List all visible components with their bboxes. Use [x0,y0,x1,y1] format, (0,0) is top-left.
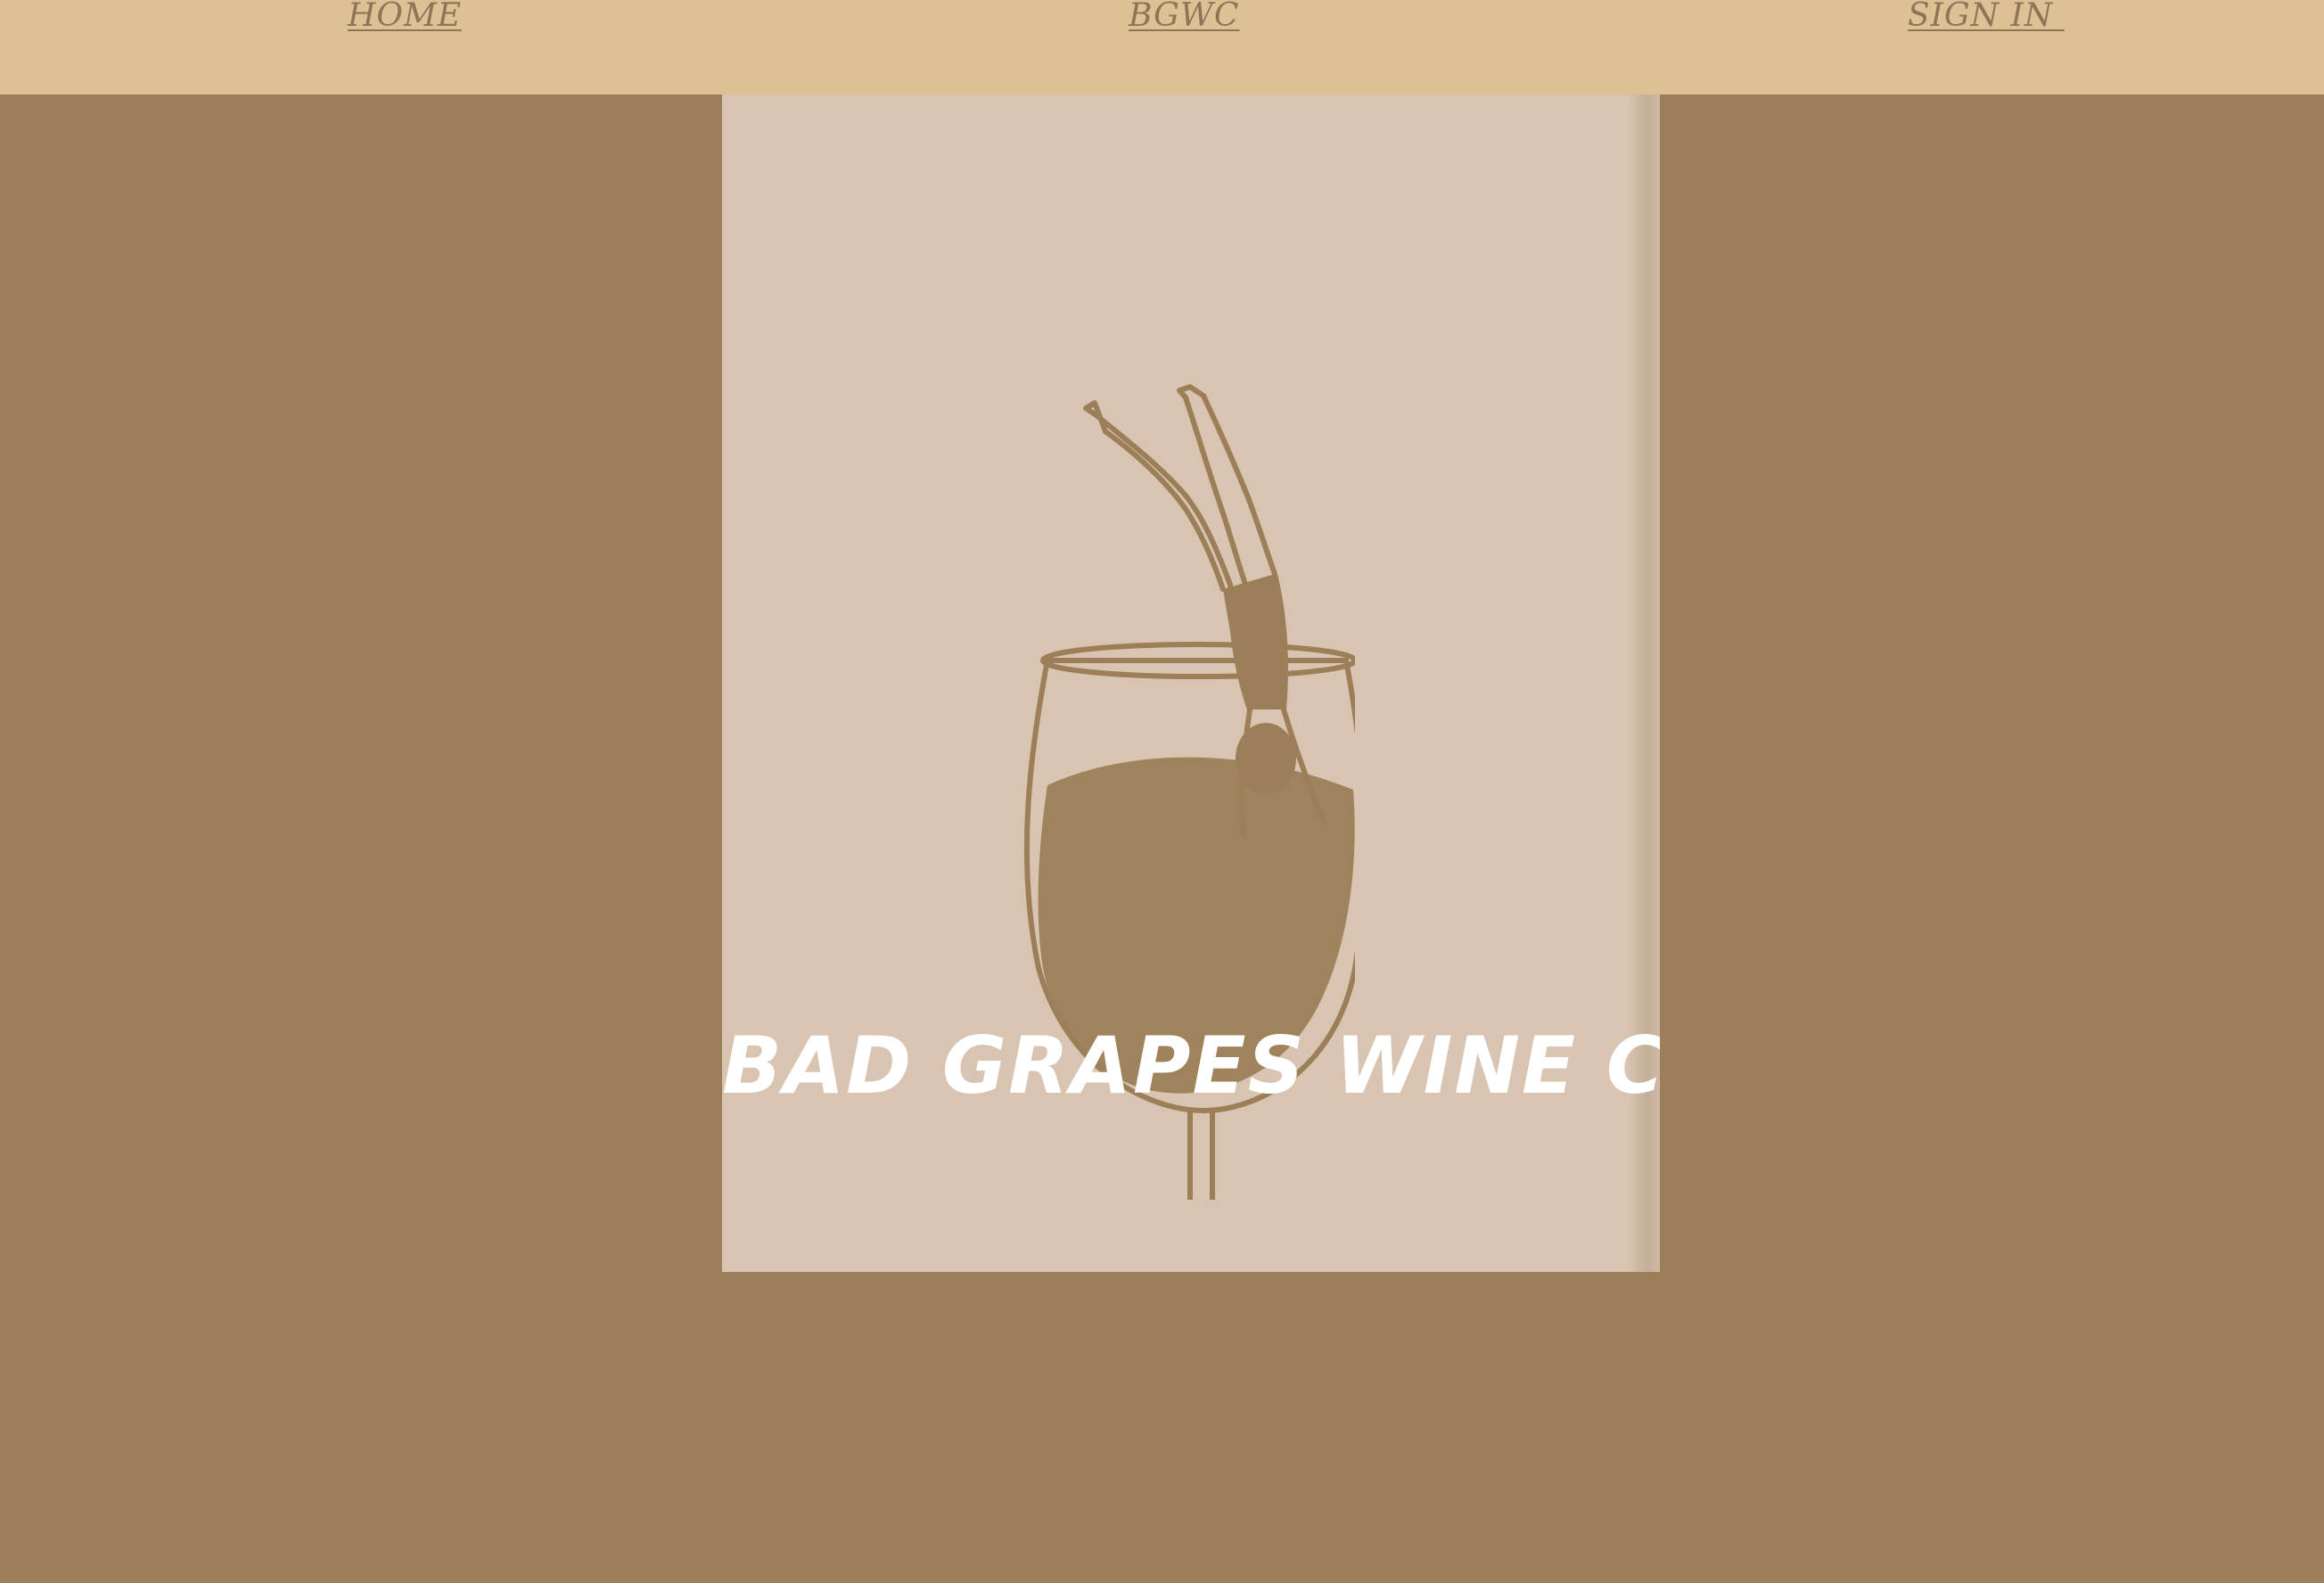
hero-card: BAD GRAPES WINE CLUB [722,94,1660,1272]
nav-brand-link[interactable]: BGWC [1129,0,1239,36]
hero-title: BAD GRAPES WINE CLUB [722,1020,1660,1111]
nav-home-link[interactable]: HOME [348,0,462,36]
top-nav: HOME BGWC SIGN IN [0,0,2324,94]
nav-signin-link[interactable]: SIGN IN [1908,0,2065,36]
page: HOME BGWC SIGN IN BAD GRAPES WINE C [0,0,2324,1583]
